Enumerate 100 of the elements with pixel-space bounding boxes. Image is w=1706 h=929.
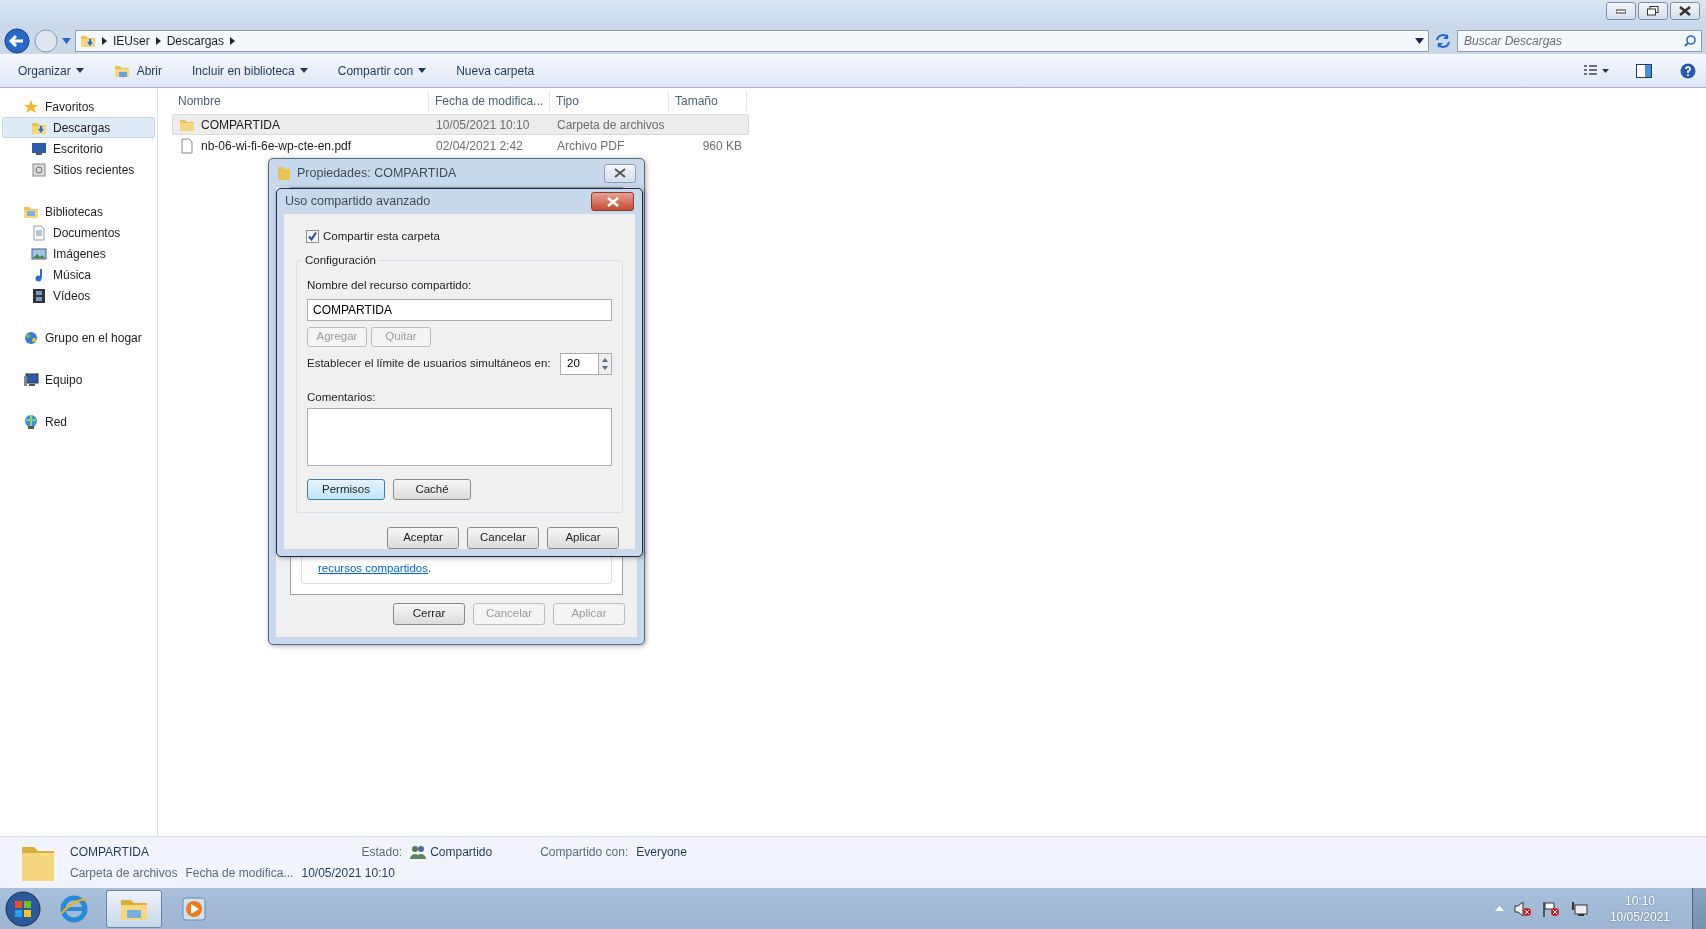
dialog-button[interactable]: Cerrar	[393, 603, 465, 625]
picture-icon	[31, 245, 47, 262]
address-bar[interactable]: IEUser Descargas	[75, 29, 1429, 52]
number-field[interactable]: 20	[560, 352, 598, 375]
taskbar-button[interactable]	[106, 889, 162, 928]
sidebar-item[interactable]: Descargas	[2, 117, 155, 138]
preview-pane-icon[interactable]	[1636, 63, 1652, 78]
dropdown-arrow-icon	[418, 68, 427, 73]
film-icon	[31, 287, 47, 304]
field-label: Comentarios:	[307, 390, 376, 403]
search-icon	[1684, 34, 1696, 47]
toolbar-button[interactable]: Abrir	[105, 58, 171, 83]
punctuation-text: .	[427, 561, 432, 574]
dialog-button[interactable]: Cancelar	[467, 527, 539, 549]
sidebar-item[interactable]: Música	[2, 264, 155, 285]
network-icon	[23, 413, 39, 430]
close-icon	[1679, 6, 1691, 16]
chevron-icon	[102, 36, 107, 45]
globe-icon	[59, 893, 89, 924]
file-name: COMPARTIDA	[201, 116, 280, 134]
sidebar-item[interactable]: Escritorio	[2, 138, 155, 159]
dialog-title: Propiedades: COMPARTIDA	[297, 164, 457, 182]
view-options-icon[interactable]	[1584, 64, 1610, 77]
document-icon	[179, 137, 195, 154]
sidebar-item[interactable]: Bibliotecas	[2, 201, 155, 222]
column-header[interactable]: Tipo	[550, 91, 669, 111]
dropdown-arrow-icon	[75, 68, 84, 73]
dropdown-arrow-icon	[299, 68, 308, 73]
users-icon	[410, 845, 427, 859]
flag-icon[interactable]	[1541, 900, 1560, 917]
breadcrumb[interactable]: Descargas	[166, 31, 225, 50]
chevron-icon	[155, 36, 161, 45]
search-field[interactable]: Buscar Descargas	[1457, 29, 1702, 52]
dialog-button[interactable]: Caché	[393, 479, 471, 500]
value-text: Compartido	[430, 844, 493, 861]
help-icon[interactable]	[1680, 62, 1696, 79]
file-type: Archivo PDF	[557, 138, 625, 153]
dialog-button[interactable]: Aceptar	[387, 527, 459, 549]
breadcrumb[interactable]: IEUser	[113, 31, 150, 50]
close-button[interactable]	[1670, 2, 1700, 20]
start-button[interactable]	[4, 889, 42, 928]
restore-button[interactable]	[1638, 2, 1668, 20]
close-button[interactable]	[604, 163, 636, 183]
field-label: Nombre del recurso compartido:	[307, 279, 472, 292]
file-size: 960 KB	[702, 138, 742, 153]
close-icon	[606, 196, 619, 207]
close-icon	[614, 168, 626, 178]
monitor-icon	[31, 140, 47, 157]
minimize-icon	[1616, 8, 1626, 14]
sidebar-item[interactable]: Documentos	[2, 222, 155, 243]
dropdown-arrow-icon[interactable]	[1415, 37, 1424, 44]
column-header[interactable]: Fecha de modifica...	[429, 91, 550, 111]
dialog-button[interactable]: Aplicar	[547, 527, 619, 549]
back-button[interactable]	[4, 27, 30, 54]
sidebar-item[interactable]: Imágenes	[2, 243, 155, 264]
dialog-title: Uso compartido avanzado	[285, 193, 431, 211]
sidebar-item[interactable]: Red	[2, 411, 155, 432]
file-row[interactable]: nb-06-wi-fi-6e-wp-cte-en.pdf 02/04/2021 2:42 Archivo PDF 960 KB	[172, 135, 749, 156]
link[interactable]: recursos compartidos	[318, 561, 428, 574]
item-type: Carpeta de archivos	[70, 865, 178, 882]
toolbar-button[interactable]: Incluir en biblioteca	[184, 58, 316, 83]
sidebar-item[interactable]: Sitios recientes	[2, 159, 155, 180]
toolbar-button[interactable]: Compartir con	[329, 58, 435, 83]
spin-arrows-icon[interactable]	[598, 352, 612, 375]
checkbox-label: Compartir esta carpeta	[323, 229, 440, 244]
checkbox[interactable]	[306, 230, 319, 244]
folder-icon	[277, 165, 291, 181]
close-button[interactable]	[591, 192, 634, 211]
item-name: COMPARTIDA	[70, 844, 150, 861]
speaker-muted-icon[interactable]	[1513, 900, 1532, 917]
recent-icon	[31, 161, 47, 178]
computer-icon	[23, 371, 39, 388]
network-icon[interactable]	[1569, 900, 1588, 917]
sidebar-item[interactable]: Equipo	[2, 369, 155, 390]
column-header[interactable]: Tamaño	[669, 91, 747, 111]
file-name: nb-06-wi-fi-6e-wp-cte-en.pdf	[201, 137, 352, 155]
field-label: Establecer el límite de usuarios simultáneos en:	[307, 355, 551, 371]
toolbar-button[interactable]: Nueva carpeta	[448, 58, 543, 83]
toolbar-button[interactable]: Organizar	[10, 58, 92, 83]
value-text: Everyone	[636, 844, 687, 861]
sidebar-item[interactable]: Grupo en el hogar	[2, 327, 155, 348]
chevron-icon	[230, 36, 236, 45]
restore-icon	[1647, 6, 1659, 16]
label-text: Compartido con:	[540, 844, 629, 861]
value-text: 10/05/2021 10:10	[301, 865, 396, 882]
star-icon	[23, 98, 39, 115]
comments-field[interactable]	[307, 407, 612, 466]
file-date: 02/04/2021 2:42	[436, 138, 523, 153]
file-row[interactable]: COMPARTIDA 10/05/2021 10:10 Carpeta de archivos	[172, 114, 749, 135]
document-icon	[31, 224, 47, 241]
sidebar-item[interactable]: Vídeos	[2, 285, 155, 306]
dialog-button[interactable]: Permisos	[307, 479, 385, 500]
share-name-field[interactable]: COMPARTIDA	[307, 298, 612, 321]
column-header[interactable]: Nombre	[172, 91, 429, 111]
file-type: Carpeta de archivos	[557, 117, 665, 132]
homegroup-icon	[23, 329, 39, 346]
label-text: Fecha de modifica...	[185, 865, 294, 882]
file-date: 10/05/2021 10:10	[436, 117, 530, 132]
sidebar-item[interactable]: Favoritos	[2, 96, 155, 117]
label-text: Estado:	[361, 844, 403, 861]
